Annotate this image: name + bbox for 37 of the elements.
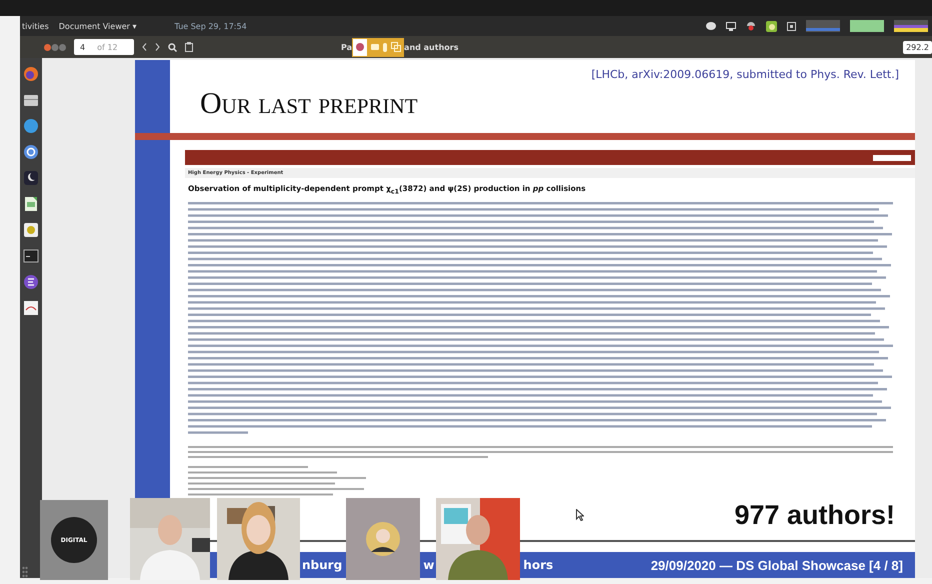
cpu-graph-icon <box>806 20 840 32</box>
window-title: and authors <box>404 42 458 52</box>
search-icon[interactable] <box>168 42 177 52</box>
document-icon[interactable] <box>23 300 39 316</box>
previous-icon[interactable] <box>142 43 147 51</box>
window-title: Pa <box>341 42 352 52</box>
app-menu[interactable]: Document Viewer ▾ <box>58 22 137 30</box>
terminal-icon[interactable] <box>23 248 39 264</box>
clock[interactable]: Tue Sep 29, 17:54 <box>174 22 247 30</box>
footer-text: nburg <box>302 558 342 572</box>
avatar-icon <box>366 522 400 556</box>
cursor-icon <box>576 509 584 521</box>
clipboard-icon[interactable] <box>185 42 193 52</box>
next-icon[interactable] <box>155 43 160 51</box>
citation: [LHCb, arXiv:2009.06619, submitted to Phys. Rev. Lett.] <box>591 68 899 81</box>
footer-text: w <box>423 558 434 572</box>
monitor-icon[interactable] <box>726 22 736 30</box>
search-field[interactable] <box>873 154 911 160</box>
footer-text: hors <box>523 558 554 572</box>
window-icon[interactable] <box>787 22 796 30</box>
alert-icon[interactable] <box>746 21 756 31</box>
leaf-icon[interactable] <box>766 20 777 32</box>
moon-icon[interactable] <box>23 170 39 186</box>
drawer-icon[interactable] <box>23 92 39 108</box>
value-label: 292.2 <box>903 40 932 54</box>
network-graph-icon <box>894 20 928 32</box>
slide-title: Our last preprint <box>200 89 419 119</box>
footer-text: 29/09/2020 — DS Global Showcase [4 / 8] <box>650 558 903 572</box>
browser-icon[interactable] <box>23 66 39 82</box>
more-icon[interactable] <box>22 566 28 578</box>
activities-button[interactable]: tivities <box>22 22 49 30</box>
window-controls-icon[interactable] <box>44 44 66 50</box>
app-icon[interactable] <box>353 38 368 56</box>
memory-graph-icon <box>850 20 884 32</box>
spreadsheet-icon[interactable] <box>23 196 39 212</box>
callout-text: 977 authors! <box>734 500 895 530</box>
page-field[interactable]: 4 of 12 <box>74 39 134 55</box>
